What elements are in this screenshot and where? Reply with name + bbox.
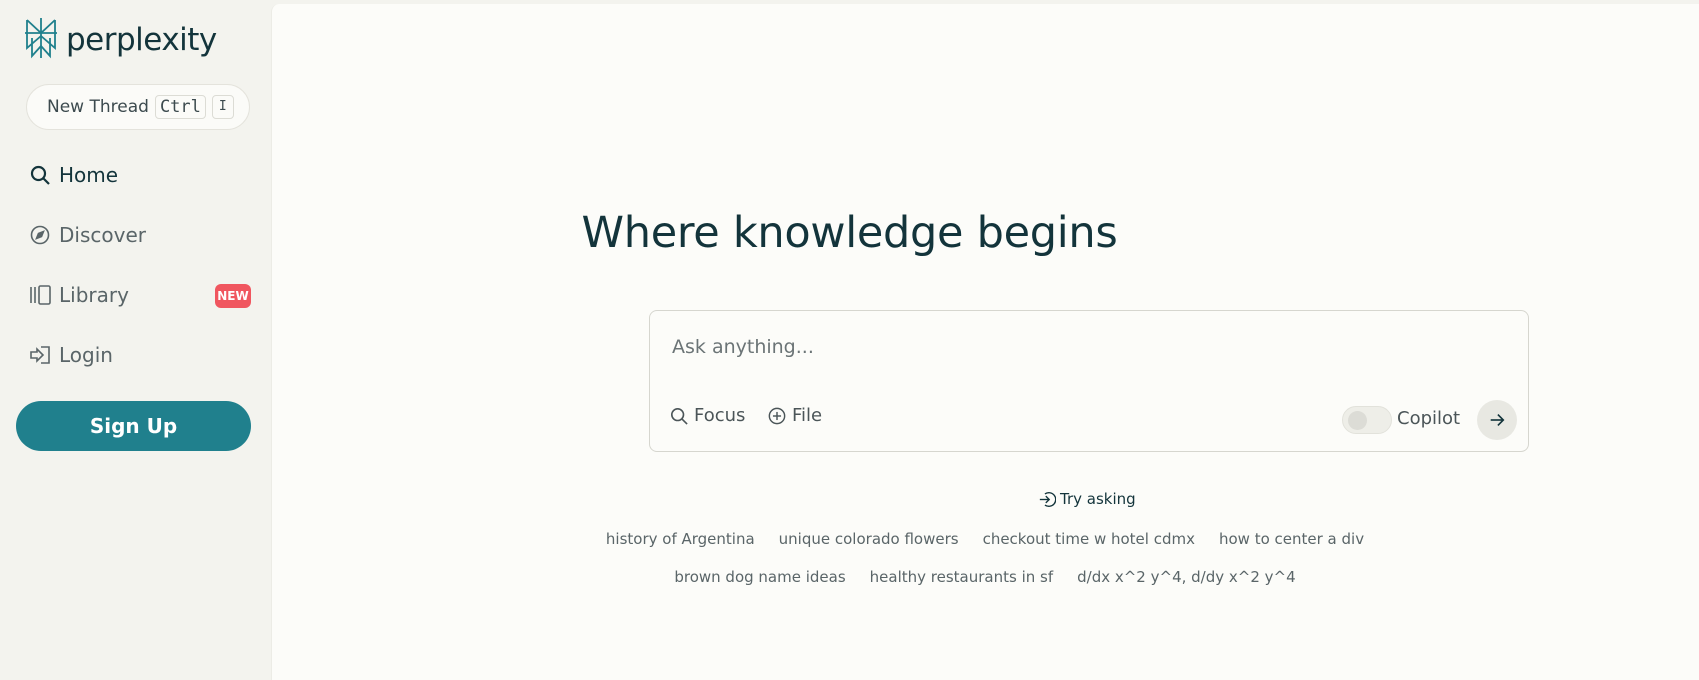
- new-badge: NEW: [215, 284, 251, 308]
- focus-button[interactable]: Focus: [670, 405, 745, 426]
- page-title: Where knowledge begins: [581, 208, 1118, 258]
- sidebar-item-label: Home: [59, 163, 119, 187]
- sidebar-item-label: Login: [59, 343, 113, 367]
- focus-label: Focus: [694, 405, 746, 426]
- sign-up-button[interactable]: Sign Up: [16, 401, 251, 451]
- suggestion-chip[interactable]: healthy restaurants in sf: [858, 568, 1065, 586]
- try-asking-label: Try asking: [1039, 490, 1136, 508]
- shortcut-ctrl-key: Ctrl: [154, 95, 206, 119]
- submit-button[interactable]: [1477, 400, 1517, 440]
- arrow-right-icon: [1488, 411, 1506, 429]
- copilot-label: Copilot: [1397, 408, 1461, 429]
- plus-circle-icon: [768, 407, 786, 425]
- try-asking-text: Try asking: [1060, 490, 1136, 508]
- suggestion-chip[interactable]: d/dx x^2 y^4, d/dy x^2 y^4: [1065, 568, 1308, 586]
- new-thread-label: New Thread: [47, 97, 149, 117]
- copilot-toggle[interactable]: [1342, 406, 1392, 434]
- suggestion-chip[interactable]: unique colorado flowers: [767, 530, 971, 548]
- shortcut-i-key: I: [211, 95, 234, 119]
- login-icon: [29, 344, 51, 366]
- logo[interactable]: perplexity: [24, 16, 217, 64]
- login-arrow-icon: [1039, 491, 1056, 508]
- sidebar-item-label: Library: [59, 283, 129, 307]
- search-icon: [29, 164, 51, 186]
- search-input[interactable]: [670, 331, 1494, 363]
- file-button[interactable]: File: [768, 405, 822, 426]
- library-icon: [29, 284, 51, 306]
- suggestion-chip[interactable]: how to center a div: [1207, 530, 1376, 548]
- sidebar-item-login[interactable]: Login: [29, 340, 113, 370]
- sidebar-item-home[interactable]: Home: [29, 160, 118, 190]
- file-label: File: [792, 405, 823, 426]
- toggle-knob: [1348, 411, 1367, 430]
- sidebar-item-library[interactable]: Library: [29, 280, 129, 310]
- new-thread-button[interactable]: New Thread Ctrl I: [26, 84, 250, 130]
- suggestion-chip[interactable]: history of Argentina: [594, 530, 767, 548]
- suggestion-chip[interactable]: brown dog name ideas: [662, 568, 857, 586]
- brand-name: perplexity: [66, 22, 217, 58]
- suggestions-row-2: brown dog name ideas healthy restaurants…: [0, 568, 1699, 586]
- perplexity-logo-icon: [24, 16, 58, 64]
- suggestions-row-1: history of Argentina unique colorado flo…: [0, 530, 1699, 548]
- search-icon: [670, 407, 688, 425]
- search-box: Focus File Copilot: [649, 310, 1529, 452]
- suggestion-chip[interactable]: checkout time w hotel cdmx: [971, 530, 1207, 548]
